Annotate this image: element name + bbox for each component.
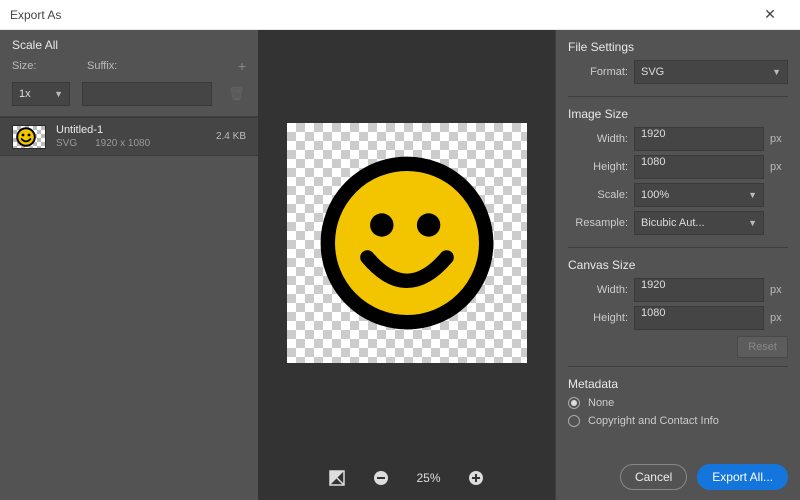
- scale-inputs-row: 1x ▼ 🗑: [0, 78, 258, 116]
- left-panel: Scale All Size: Suffix: + 1x ▼ 🗑: [0, 30, 258, 500]
- canvas-height-label: Height:: [568, 312, 628, 324]
- compare-icon[interactable]: [328, 469, 346, 487]
- asset-row[interactable]: Untitled-1 SVG 1920 x 1080 2.4 KB: [0, 117, 258, 156]
- footer: Cancel Export All...: [568, 454, 788, 490]
- chevron-down-icon: ▼: [748, 190, 757, 200]
- file-settings-header: File Settings: [568, 40, 788, 54]
- format-select[interactable]: SVG ▼: [634, 60, 788, 84]
- cancel-button[interactable]: Cancel: [620, 464, 687, 490]
- img-width-input[interactable]: 1920: [634, 127, 764, 151]
- metadata-none-option[interactable]: None: [568, 397, 788, 409]
- metadata-section: Metadata None Copyright and Contact Info: [568, 366, 788, 433]
- canvas-width-label: Width:: [568, 284, 628, 296]
- canvas-size-section: Canvas Size Width: 1920 px Height: 1080 …: [568, 247, 788, 358]
- add-scale-icon[interactable]: +: [238, 58, 246, 74]
- metadata-copyright-option[interactable]: Copyright and Contact Info: [568, 415, 788, 427]
- img-height-label: Height:: [568, 161, 628, 173]
- reset-button[interactable]: Reset: [737, 336, 788, 358]
- close-icon[interactable]: ✕: [750, 6, 790, 23]
- asset-filesize: 2.4 KB: [216, 131, 246, 142]
- asset-thumbnail: [12, 125, 46, 149]
- zoom-out-icon[interactable]: [372, 469, 390, 487]
- asset-dimensions: 1920 x 1080: [95, 138, 150, 149]
- asset-name: Untitled-1: [56, 124, 206, 136]
- format-label: Format:: [568, 66, 628, 78]
- canvas-size-header: Canvas Size: [568, 258, 788, 272]
- canvas: [287, 123, 527, 363]
- radio-icon: [568, 397, 580, 409]
- img-height-input[interactable]: 1080: [634, 155, 764, 179]
- chevron-down-icon: ▼: [748, 218, 757, 228]
- metadata-copyright-label: Copyright and Contact Info: [588, 415, 719, 427]
- chevron-down-icon: ▼: [772, 67, 781, 77]
- chevron-down-icon: ▼: [54, 89, 63, 99]
- file-settings-section: File Settings Format: SVG ▼: [568, 36, 788, 88]
- smiley-preview: [317, 153, 497, 333]
- metadata-none-label: None: [588, 397, 614, 409]
- asset-info: Untitled-1 SVG 1920 x 1080: [56, 124, 206, 149]
- radio-icon: [568, 415, 580, 427]
- resample-label: Resample:: [568, 217, 628, 229]
- px-unit: px: [770, 284, 788, 296]
- metadata-header: Metadata: [568, 377, 788, 391]
- zoom-level[interactable]: 25%: [416, 471, 440, 485]
- scale-labels-row: Size: Suffix: +: [0, 58, 258, 78]
- format-value: SVG: [641, 66, 664, 78]
- suffix-input[interactable]: [82, 82, 212, 106]
- size-label: Size:: [12, 60, 67, 72]
- px-unit: px: [770, 133, 788, 145]
- asset-format: SVG: [56, 138, 77, 149]
- window-title: Export As: [10, 8, 750, 22]
- img-width-label: Width:: [568, 133, 628, 145]
- suffix-label: Suffix:: [87, 60, 142, 72]
- px-unit: px: [770, 312, 788, 324]
- image-size-section: Image Size Width: 1920 px Height: 1080 p…: [568, 96, 788, 239]
- scale-select[interactable]: 100% ▼: [634, 183, 764, 207]
- zoom-in-icon[interactable]: [467, 469, 485, 487]
- scale-all-header: Scale All: [0, 30, 258, 58]
- scale-label: Scale:: [568, 189, 628, 201]
- titlebar: Export As ✕: [0, 0, 800, 30]
- smiley-icon: [16, 127, 36, 147]
- preview-panel: 25%: [258, 30, 555, 500]
- canvas-height-input[interactable]: 1080: [634, 306, 764, 330]
- dialog-body: Scale All Size: Suffix: + 1x ▼ 🗑: [0, 30, 800, 500]
- resample-select[interactable]: Bicubic Aut... ▼: [634, 211, 764, 235]
- size-select[interactable]: 1x ▼: [12, 82, 70, 106]
- preview-area: [258, 30, 555, 456]
- right-panel: File Settings Format: SVG ▼ Image Size W…: [555, 30, 800, 500]
- size-value: 1x: [19, 88, 31, 100]
- export-all-button[interactable]: Export All...: [697, 464, 788, 490]
- delete-scale-icon[interactable]: 🗑: [228, 86, 245, 102]
- image-size-header: Image Size: [568, 107, 788, 121]
- canvas-width-input[interactable]: 1920: [634, 278, 764, 302]
- zoom-bar: 25%: [258, 456, 555, 500]
- px-unit: px: [770, 161, 788, 173]
